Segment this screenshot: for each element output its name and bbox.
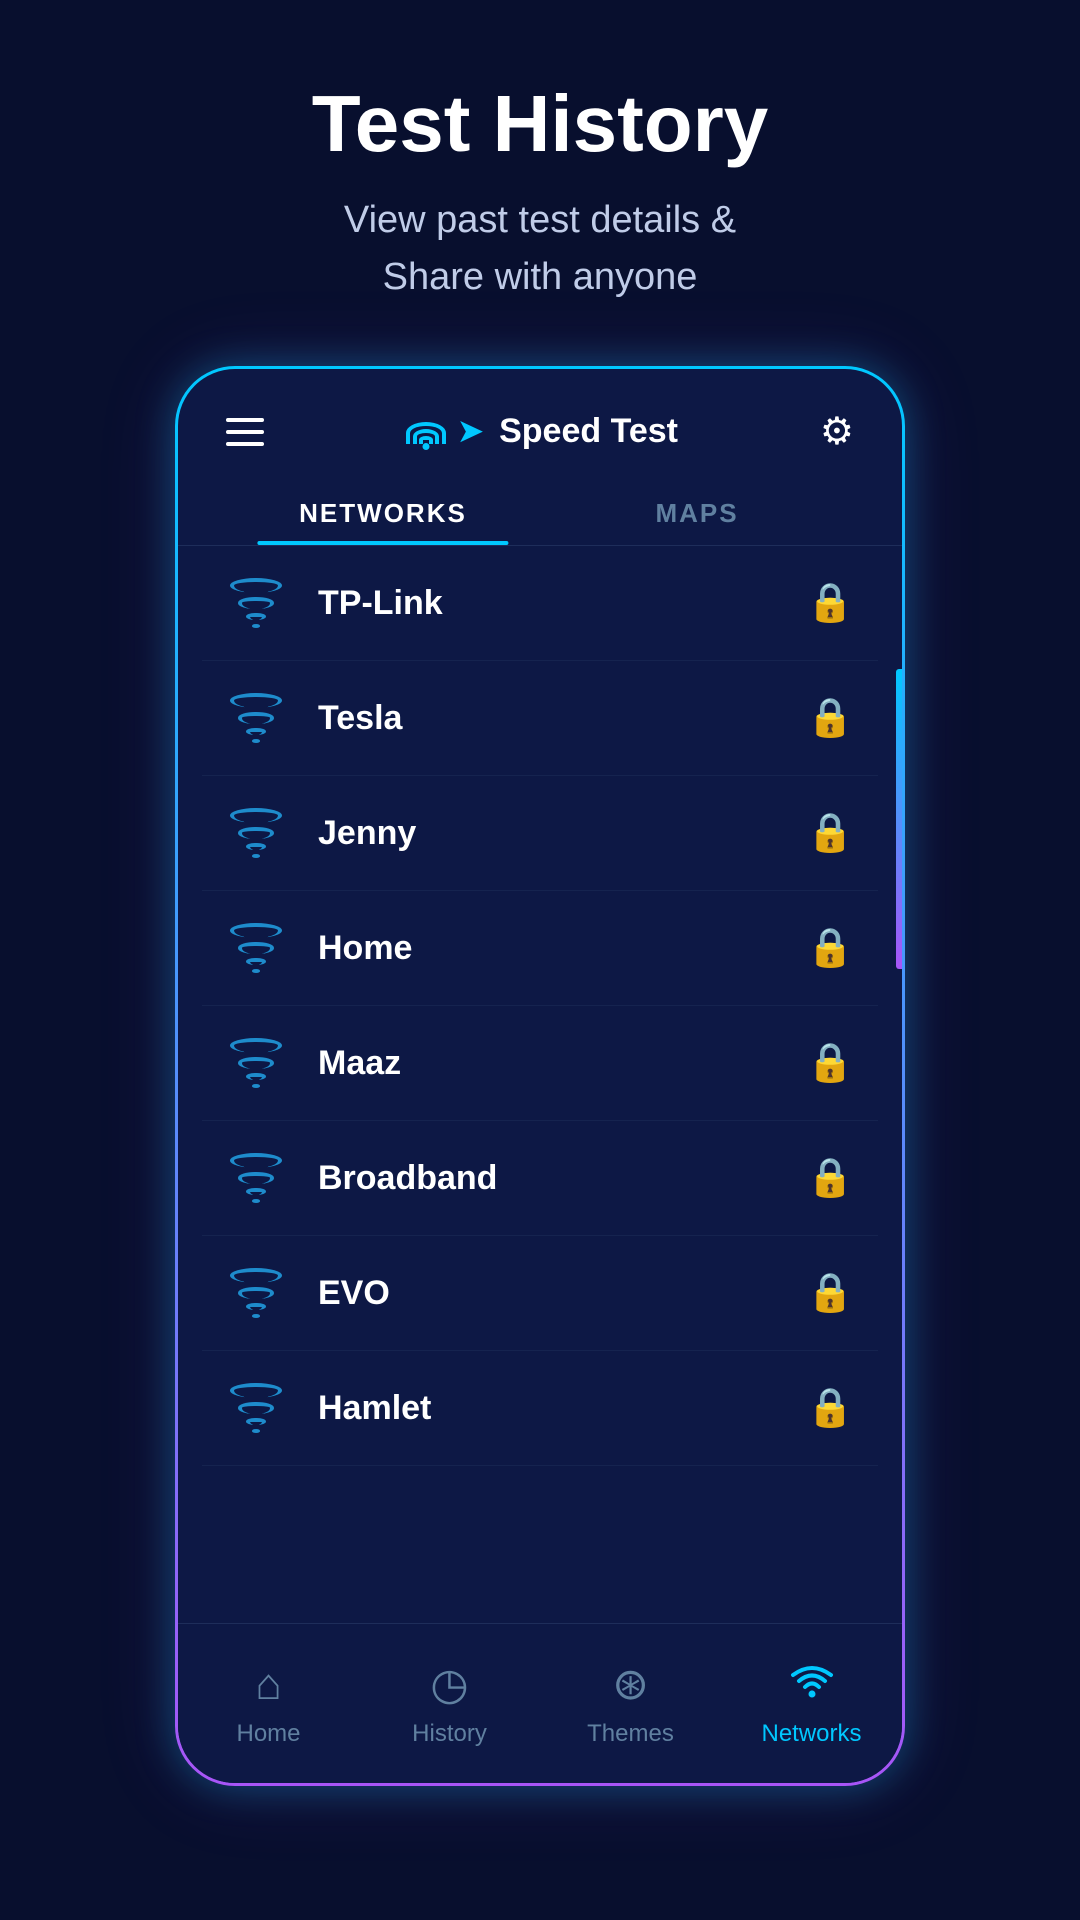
menu-line-1 xyxy=(226,418,264,422)
network-item[interactable]: Home 🔒 xyxy=(202,891,878,1006)
themes-icon: ⊛ xyxy=(612,1659,649,1710)
logo-arrow-icon: ➤ xyxy=(458,414,483,449)
history-icon: ◷ xyxy=(430,1659,468,1710)
nav-label-history: History xyxy=(412,1720,487,1748)
nav-label-themes: Themes xyxy=(587,1720,674,1748)
network-name: TP-Link xyxy=(318,584,807,623)
network-name: Home xyxy=(318,929,807,968)
wifi-signal-icon xyxy=(226,1268,286,1318)
lock-icon: 🔒 xyxy=(807,581,854,625)
nav-item-themes[interactable]: ⊛ Themes xyxy=(540,1624,721,1783)
network-name: Broadband xyxy=(318,1159,807,1198)
wifi-signal-icon xyxy=(226,693,286,743)
speedtest-logo-icon xyxy=(406,414,446,450)
menu-line-3 xyxy=(226,442,264,446)
app-title: ➤ Speed Test xyxy=(406,412,678,451)
network-item[interactable]: EVO 🔒 xyxy=(202,1236,878,1351)
networks-wifi-icon xyxy=(790,1660,834,1710)
wifi-signal-icon xyxy=(226,578,286,628)
lock-icon: 🔒 xyxy=(807,1386,854,1430)
network-item[interactable]: Tesla 🔒 xyxy=(202,661,878,776)
settings-icon[interactable]: ⚙ xyxy=(820,409,854,454)
network-name: EVO xyxy=(318,1274,807,1313)
network-item[interactable]: Hamlet 🔒 xyxy=(202,1351,878,1466)
wifi-signal-icon xyxy=(226,808,286,858)
nav-item-networks[interactable]: Networks xyxy=(721,1624,902,1783)
network-name: Tesla xyxy=(318,699,807,738)
network-item[interactable]: Maaz 🔒 xyxy=(202,1006,878,1121)
networks-list: TP-Link 🔒 Tesla 🔒 Jenny 🔒 xyxy=(178,546,902,1623)
network-name: Maaz xyxy=(318,1044,807,1083)
page-title: Test History xyxy=(312,80,768,168)
lock-icon: 🔒 xyxy=(807,811,854,855)
tab-maps[interactable]: MAPS xyxy=(540,478,854,545)
nav-label-home: Home xyxy=(236,1720,300,1748)
wifi-signal-icon xyxy=(226,923,286,973)
app-bar: ➤ Speed Test ⚙ xyxy=(178,369,902,478)
lock-icon: 🔒 xyxy=(807,1271,854,1315)
tab-bar: NETWORKS MAPS xyxy=(178,478,902,546)
nav-item-history[interactable]: ◷ History xyxy=(359,1624,540,1783)
lock-icon: 🔒 xyxy=(807,926,854,970)
wifi-signal-icon xyxy=(226,1038,286,1088)
tab-networks[interactable]: NETWORKS xyxy=(226,478,540,545)
header-section: Test History View past test details & Sh… xyxy=(0,0,1080,366)
lock-icon: 🔒 xyxy=(807,1156,854,1200)
nav-label-networks: Networks xyxy=(761,1720,861,1748)
network-name: Hamlet xyxy=(318,1389,807,1428)
network-item[interactable]: Broadband 🔒 xyxy=(202,1121,878,1236)
network-name: Jenny xyxy=(318,814,807,853)
menu-line-2 xyxy=(226,430,264,434)
home-icon: ⌂ xyxy=(255,1660,282,1710)
wifi-signal-icon xyxy=(226,1383,286,1433)
wifi-signal-icon xyxy=(226,1153,286,1203)
lock-icon: 🔒 xyxy=(807,1041,854,1085)
phone-frame: ➤ Speed Test ⚙ NETWORKS MAPS TP-Link 🔒 xyxy=(175,366,905,1786)
lock-icon: 🔒 xyxy=(807,696,854,740)
menu-button[interactable] xyxy=(226,418,264,446)
page-subtitle: View past test details & Share with anyo… xyxy=(344,192,736,306)
nav-item-home[interactable]: ⌂ Home xyxy=(178,1624,359,1783)
network-item[interactable]: TP-Link 🔒 xyxy=(202,546,878,661)
network-item[interactable]: Jenny 🔒 xyxy=(202,776,878,891)
bottom-navigation: ⌂ Home ◷ History ⊛ Themes Networks xyxy=(178,1623,902,1783)
